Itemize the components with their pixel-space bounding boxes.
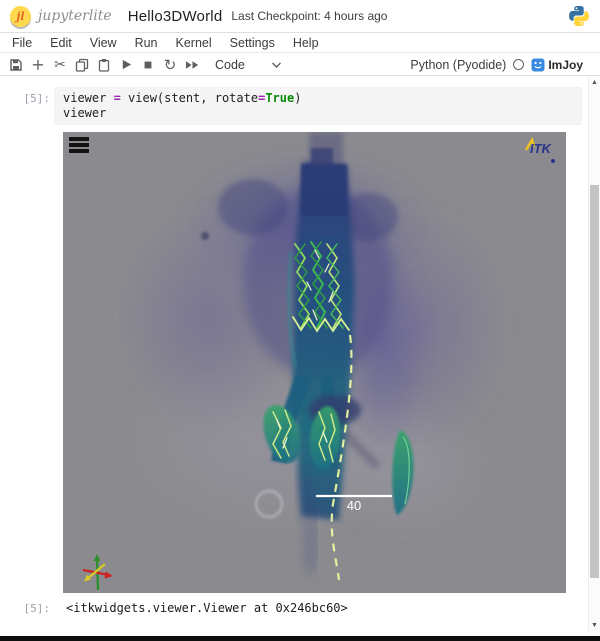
- svg-text:ITK: ITK: [530, 141, 553, 156]
- input-prompt: [5]:: [0, 92, 50, 105]
- code-cell-editor[interactable]: viewer = view(stent, rotate=True) viewer: [54, 87, 582, 125]
- python-logo-icon: [568, 5, 590, 27]
- viewer-menu-icon[interactable]: [68, 136, 90, 156]
- itk-viewer-canvas[interactable]: ITK 40: [63, 132, 566, 593]
- notebook-header: jl jupyterlite Hello3DWorld Last Checkpo…: [0, 0, 600, 33]
- orientation-axes-widget: [71, 546, 115, 592]
- notebook-title[interactable]: Hello3DWorld: [128, 8, 223, 25]
- code-line-1: viewer = view(stent, rotate=True): [63, 91, 573, 106]
- copy-icon[interactable]: [71, 55, 93, 75]
- notebook-scrollbar[interactable]: ▲ ▼: [588, 77, 600, 631]
- itk-logo-icon: ITK: [522, 136, 560, 166]
- save-icon[interactable]: [5, 55, 27, 75]
- imjoy-button[interactable]: ImJoy: [531, 58, 583, 72]
- menu-view[interactable]: View: [81, 36, 126, 50]
- output-prompt: [5]:: [0, 602, 50, 615]
- cut-icon[interactable]: ✂: [49, 55, 71, 75]
- run-all-icon[interactable]: [181, 55, 203, 75]
- checkpoint-status: Last Checkpoint: 4 hours ago: [231, 9, 387, 23]
- code-line-2: viewer: [63, 106, 573, 121]
- bottom-progress-strip: [0, 636, 600, 641]
- add-cell-icon[interactable]: +: [27, 55, 49, 75]
- volume-rendering: [63, 132, 566, 593]
- toolbar-right: Python (Pyodide) ImJoy: [410, 58, 595, 72]
- imjoy-icon: [531, 58, 545, 72]
- hamburger-bar: [69, 137, 89, 141]
- scale-bar: 40: [316, 495, 392, 513]
- scale-bar-line: [316, 495, 392, 497]
- jupyterlite-brand[interactable]: jupyterlite: [38, 8, 112, 24]
- menu-run[interactable]: Run: [126, 36, 167, 50]
- menu-bar: File Edit View Run Kernel Settings Help: [0, 34, 600, 53]
- notebook-toolbar: + ✂ ↻ Code Python (Pyodide) ImJoy: [0, 54, 600, 76]
- kernel-status-icon: [513, 59, 524, 70]
- menu-settings[interactable]: Settings: [221, 36, 284, 50]
- kernel-name[interactable]: Python (Pyodide): [410, 58, 506, 72]
- stop-icon[interactable]: [137, 55, 159, 75]
- menu-file[interactable]: File: [3, 36, 41, 50]
- scroll-down-icon[interactable]: ▼: [589, 622, 600, 629]
- cell-type-selector[interactable]: Code: [215, 58, 245, 72]
- menu-kernel[interactable]: Kernel: [167, 36, 221, 50]
- run-icon[interactable]: [115, 55, 137, 75]
- output-repr: <itkwidgets.viewer.Viewer at 0x246bc60>: [66, 601, 348, 615]
- scale-bar-label: 40: [316, 498, 392, 513]
- chevron-down-icon[interactable]: [271, 61, 282, 69]
- paste-icon[interactable]: [93, 55, 115, 75]
- jupyterlite-logo-icon[interactable]: jl: [10, 6, 31, 27]
- scroll-up-icon[interactable]: ▲: [589, 79, 600, 86]
- restart-icon[interactable]: ↻: [159, 55, 181, 75]
- hamburger-bar: [69, 149, 89, 153]
- scrollbar-thumb[interactable]: [590, 185, 599, 578]
- menu-edit[interactable]: Edit: [41, 36, 81, 50]
- hamburger-bar: [69, 143, 89, 147]
- menu-help[interactable]: Help: [284, 36, 328, 50]
